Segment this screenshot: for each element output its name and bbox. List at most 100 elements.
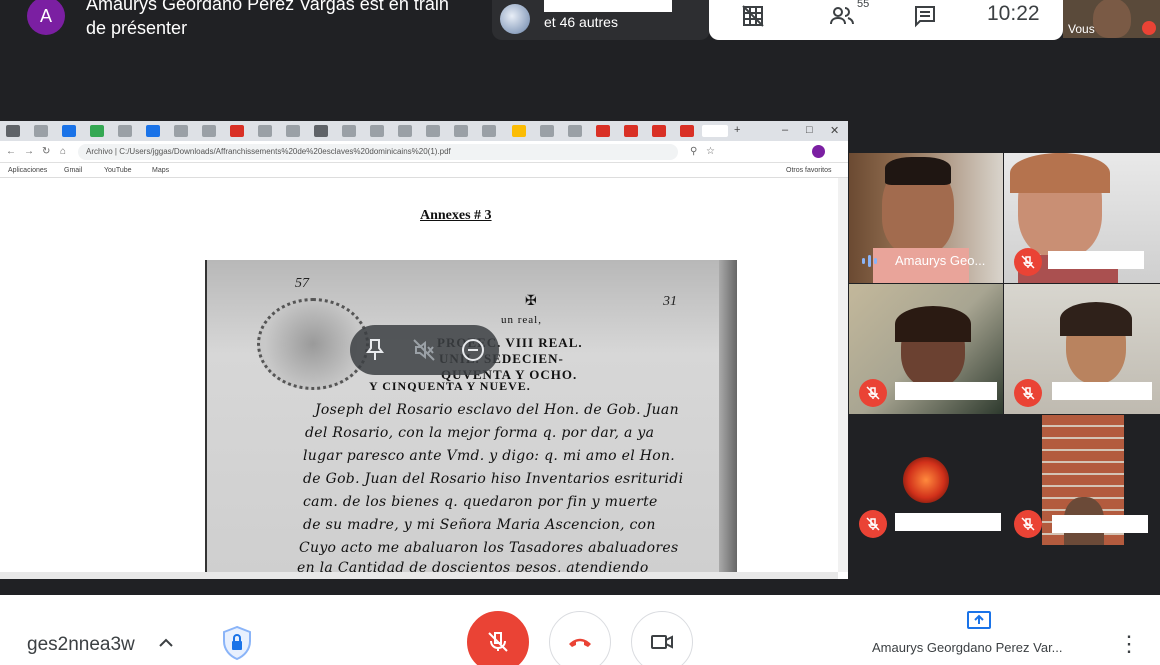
back-icon: ← <box>6 146 16 157</box>
handwritten-line: lugar paresco ante Vmd. y digo: q. mi am… <box>303 448 676 464</box>
chat-icon[interactable] <box>913 4 937 33</box>
shield-icon[interactable] <box>221 625 253 661</box>
participant-name: Amaurys Geo... <box>895 253 986 268</box>
bottom-bar: ges2nnea3w Amaurys Georgdano Perez Var..… <box>0 595 1160 665</box>
participant-hair <box>895 306 971 342</box>
browser-tab <box>62 125 76 137</box>
mic-toggle-button[interactable] <box>467 611 529 665</box>
participant-hair <box>885 157 951 185</box>
chevron-up-icon[interactable] <box>158 635 174 653</box>
browser-tab <box>624 125 638 137</box>
presenter-avatar: A <box>27 0 65 35</box>
status-bar: 55 10:22 <box>709 0 1063 40</box>
bookmark-gmail: Gmail <box>64 167 83 174</box>
handwritten-line: Cuyo acto me abaluaron los Tasadores aba… <box>299 540 679 556</box>
browser-tab <box>6 125 20 137</box>
browser-tab <box>398 125 412 137</box>
redacted-name <box>1052 515 1148 533</box>
browser-tab <box>314 125 328 137</box>
participant-tile[interactable] <box>1004 284 1160 414</box>
browser-tab <box>426 125 440 137</box>
browser-tab <box>482 125 496 137</box>
browser-tab <box>174 125 188 137</box>
browser-tab <box>90 125 104 137</box>
mute-icon[interactable] <box>412 338 436 367</box>
page-edge <box>719 260 737 572</box>
browser-tab <box>258 125 272 137</box>
others-count-label: et 46 autres <box>544 14 618 30</box>
self-video <box>1093 0 1131 38</box>
bookmark-youtube: YouTube <box>104 167 132 174</box>
bookmark-maps: Maps <box>152 167 170 174</box>
handwritten-line: del Rosario, con la mejor forma q. por d… <box>305 425 655 441</box>
bookmark-apps: Aplicaciones <box>8 167 48 174</box>
printed-line: Y CINQUENTA Y NUEVE. <box>369 379 531 393</box>
speaking-indicator-icon <box>861 253 879 274</box>
mic-off-icon <box>859 510 887 538</box>
mic-off-icon <box>1014 248 1042 276</box>
browser-tab <box>370 125 384 137</box>
pdf-viewer: Annexes # 3 57 31 ✠ un real, PROEEC. VII… <box>0 178 848 579</box>
people-icon[interactable] <box>829 4 855 33</box>
participant-tile[interactable] <box>849 415 1003 545</box>
presenting-label[interactable]: Amaurys Georgdano Perez Var... <box>872 640 1063 655</box>
page-number: 31 <box>663 294 677 309</box>
redacted-name <box>544 0 672 12</box>
reload-icon: ↻ <box>42 146 51 157</box>
more-options-icon[interactable]: ⋮ <box>1118 633 1140 655</box>
browser-tab <box>202 125 216 137</box>
self-video-tile[interactable]: Vous <box>1063 0 1160 38</box>
page-number: 57 <box>295 276 309 291</box>
mic-off-icon <box>859 379 887 407</box>
manuscript-image: 57 31 ✠ un real, PROEEC. VIII REAL. UNIL… <box>205 260 737 572</box>
participants-chip[interactable]: et 46 autres <box>492 0 710 40</box>
browser-tab <box>342 125 356 137</box>
browser-tab <box>540 125 554 137</box>
meeting-code[interactable]: ges2nnea3w <box>27 634 135 656</box>
participant-count: 55 <box>857 0 870 10</box>
browser-tab <box>652 125 666 137</box>
browser-tab-strip: + – □ ✕ <box>0 121 848 141</box>
pin-icon[interactable] <box>365 338 385 367</box>
browser-address-row: ← → ↻ ⌂ Archivo | C:/Users/jggas/Downloa… <box>0 141 848 163</box>
participant-tile[interactable] <box>1004 153 1160 283</box>
handwritten-line: cam. de los bienes q. quedaron por fin y… <box>303 494 658 510</box>
browser-tab <box>146 125 160 137</box>
handwritten-line: de Gob. Juan del Rosario hiso Inventario… <box>303 471 684 487</box>
redacted-name <box>895 382 997 400</box>
browser-tab <box>230 125 244 137</box>
camera-toggle-button[interactable] <box>631 611 693 665</box>
forward-icon: → <box>24 146 34 157</box>
browser-tab <box>34 125 48 137</box>
meet-window: A Amaurys Geordano Perez Vargas est en t… <box>0 0 1160 665</box>
present-screen-icon[interactable] <box>966 610 992 637</box>
clock: 10:22 <box>987 2 1040 25</box>
redacted-name <box>1048 251 1144 269</box>
browser-tab <box>512 125 526 137</box>
handwritten-line: de su madre, y mi Señora Maria Ascencion… <box>303 517 656 533</box>
redacted-name <box>1052 382 1152 400</box>
cross-mark: ✠ <box>525 292 537 308</box>
document-title: Annexes # 3 <box>420 208 492 223</box>
participant-tile[interactable] <box>849 284 1003 414</box>
horizontal-scrollbar[interactable] <box>0 572 838 579</box>
mic-off-icon <box>1014 379 1042 407</box>
zoom-icon: ⚲ <box>690 146 698 157</box>
browser-tab <box>680 125 694 137</box>
handwritten-line: Joseph del Rosario esclavo del Hon. de G… <box>315 402 679 418</box>
new-tab-icon: + <box>734 124 741 136</box>
browser-tab <box>286 125 300 137</box>
self-label: Vous <box>1068 22 1095 36</box>
vertical-scrollbar[interactable] <box>838 178 848 572</box>
participant-tile-presenter[interactable]: Amaurys Geo... <box>849 153 1003 283</box>
layout-grid-icon[interactable] <box>741 4 765 33</box>
leave-call-button[interactable] <box>549 611 611 665</box>
redacted-name <box>895 513 1001 531</box>
home-icon: ⌂ <box>60 146 67 157</box>
minimize-icon: – <box>782 124 789 136</box>
close-icon: ✕ <box>830 125 840 137</box>
remove-icon[interactable] <box>461 338 485 367</box>
profile-avatar <box>812 145 825 158</box>
participant-tile[interactable] <box>1004 415 1160 545</box>
participant-hair <box>1010 153 1110 193</box>
